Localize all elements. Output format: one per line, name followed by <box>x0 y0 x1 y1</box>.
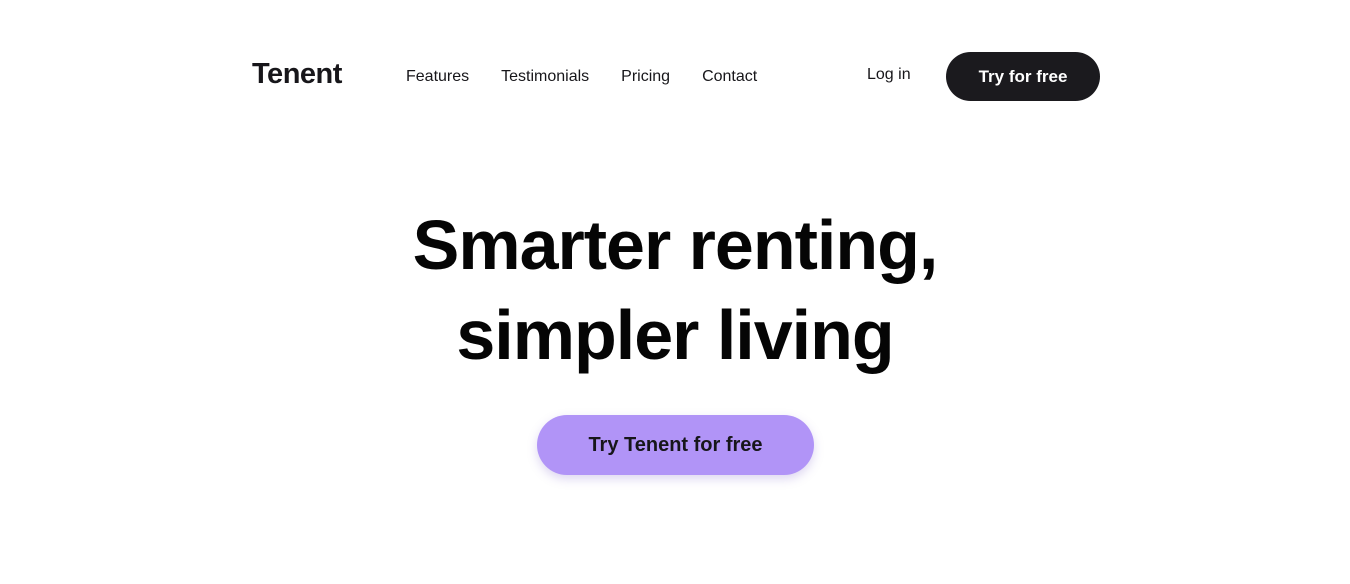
nav-link-contact[interactable]: Contact <box>702 66 757 88</box>
login-link[interactable]: Log in <box>867 64 911 86</box>
nav-link-pricing[interactable]: Pricing <box>621 66 670 88</box>
nav-link-testimonials[interactable]: Testimonials <box>501 66 589 88</box>
hero-title-line-2: simpler living <box>456 296 894 374</box>
try-tenent-for-free-button[interactable]: Try Tenent for free <box>537 415 814 475</box>
hero-title-line-1: Smarter renting, <box>412 206 939 284</box>
brand-logo[interactable]: Tenent <box>252 56 342 92</box>
hero-title: Smarter renting, simpler living <box>0 200 1350 380</box>
try-for-free-button[interactable]: Try for free <box>946 52 1100 101</box>
main-nav: Features Testimonials Pricing Contact <box>406 66 757 88</box>
nav-link-features[interactable]: Features <box>406 66 469 88</box>
